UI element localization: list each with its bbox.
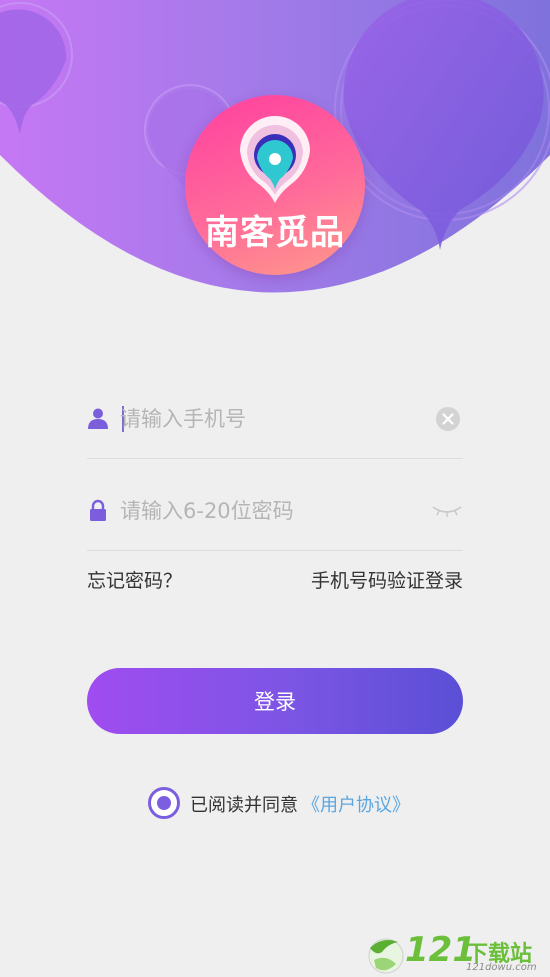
password-field	[87, 460, 463, 551]
lock-icon	[90, 499, 106, 521]
watermark-domain: 121dowu.com	[466, 962, 537, 973]
phone-field	[87, 368, 463, 459]
app-logo: 南客觅品	[185, 95, 365, 275]
app-name: 南客觅品	[205, 213, 345, 253]
checkbox-dot	[157, 796, 171, 810]
watermark: 121 下载站 121dowu.com	[362, 930, 548, 976]
user-agreement-link[interactable]: 《用户协议》	[302, 791, 410, 817]
clear-icon[interactable]	[435, 406, 461, 432]
user-icon	[88, 408, 108, 429]
agreement-text: 已阅读并同意	[190, 795, 298, 816]
location-pin-icon	[240, 115, 310, 203]
login-button[interactable]: 登录	[87, 668, 463, 734]
eye-closed-icon[interactable]	[431, 503, 463, 519]
agreement-checkbox[interactable]	[148, 787, 180, 819]
globe-icon	[368, 938, 404, 974]
password-input[interactable]	[120, 494, 420, 528]
phone-input[interactable]	[120, 402, 420, 436]
header-hero: 南客觅品	[0, 0, 550, 310]
sms-login-link[interactable]: 手机号码验证登录	[311, 566, 463, 593]
forgot-password-link[interactable]: 忘记密码？	[87, 566, 182, 593]
